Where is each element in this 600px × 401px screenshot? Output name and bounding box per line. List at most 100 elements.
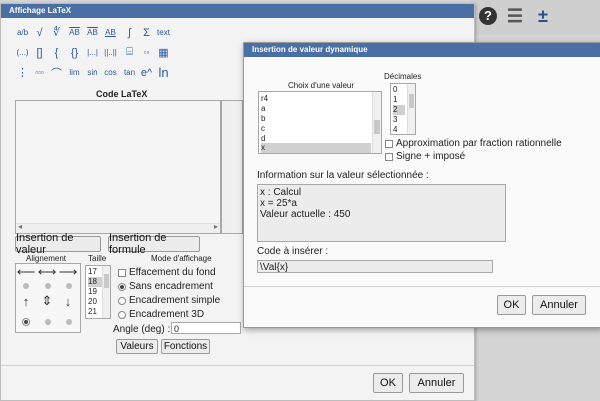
decimal-item[interactable]: 3 [393, 115, 397, 125]
value-item[interactable]: a [261, 104, 265, 114]
brace-symbol-button[interactable]: { [49, 45, 64, 60]
column-symbol-button[interactable]: ⋮ [15, 65, 30, 80]
line-symbol-button[interactable]: ▫▫▫ [32, 65, 47, 80]
brackets-symbol-button[interactable]: [] [32, 45, 47, 60]
align-dot[interactable] [45, 283, 51, 289]
row-matrix-symbol-button[interactable]: ▫▫ [139, 45, 154, 60]
decimal-item-selected[interactable]: 2 [393, 105, 405, 115]
align-dot[interactable] [66, 319, 72, 325]
ln-symbol-button[interactable]: ln [156, 65, 171, 80]
top-toolbar: ? ☰ ± [470, 0, 600, 35]
fill-background-checkbox[interactable] [118, 269, 126, 277]
size-scrollbar[interactable] [102, 266, 110, 318]
mode-3d-label: Encadrement 3D [129, 309, 205, 320]
mode-radio-simple[interactable] [118, 297, 126, 305]
grid-matrix-symbol-button[interactable]: ▦ [156, 45, 171, 60]
menu-icon[interactable]: ☰ [504, 5, 526, 27]
insert-formula-button[interactable]: Insertion de formule [108, 232, 200, 256]
value-list[interactable]: r4 a b c d x [258, 91, 382, 154]
braces-symbol-button[interactable]: {} [67, 45, 82, 60]
cancel-button[interactable]: Annuler [409, 373, 464, 393]
code-input[interactable]: \Val{x} [257, 260, 493, 273]
decimal-item[interactable]: 4 [393, 125, 397, 135]
mode-none-label: Sans encadrement [129, 281, 213, 292]
fraction-symbol-button[interactable]: a/b [15, 25, 30, 40]
mode-radio-3d[interactable] [118, 311, 126, 319]
sign-checkbox[interactable] [385, 153, 393, 161]
integral-symbol-button[interactable]: ∫ [122, 25, 137, 40]
nroot-symbol-button[interactable]: ∜ [49, 25, 64, 40]
value-item[interactable]: b [261, 114, 265, 124]
mode-radio-none[interactable] [118, 283, 126, 291]
align-left-arrow-icon[interactable]: ⟵ [17, 264, 36, 279]
value-item[interactable]: r4 [261, 94, 268, 104]
approx-fraction-checkbox[interactable] [385, 140, 393, 148]
align-right-arrow-icon[interactable]: ⟶ [59, 264, 78, 279]
decimals-list[interactable]: 0 1 2 3 4 [390, 83, 416, 135]
align-dot[interactable] [23, 283, 29, 289]
sqrt-symbol-button[interactable]: √ [32, 25, 47, 40]
vector-symbol-button[interactable]: AB [85, 25, 100, 40]
size-item[interactable]: 20 [88, 297, 97, 307]
alignment-label: Alignement [26, 254, 67, 263]
align-center-arrow-icon[interactable]: ⟷ [38, 264, 57, 279]
info-line: x : Calcul [260, 187, 302, 198]
mode-simple-label: Encadrement simple [129, 295, 221, 306]
ok-button[interactable]: OK [373, 373, 403, 393]
value-ok-button[interactable]: OK [497, 295, 526, 315]
approx-fraction-label: Approximation par fraction rationnelle [396, 138, 562, 149]
insert-value-button[interactable]: Insertion de valeur [15, 232, 101, 256]
size-list[interactable]: 17 18 19 20 21 [85, 265, 111, 319]
size-item[interactable]: 21 [88, 307, 97, 317]
align-middle-arrow-icon[interactable]: ⇕ [38, 293, 56, 308]
cos-symbol-button[interactable]: cos [103, 65, 118, 80]
tan-symbol-button[interactable]: tan [122, 65, 137, 80]
scroll-right-icon[interactable]: ▸ [214, 222, 218, 231]
underline-symbol-button[interactable]: AB [103, 25, 118, 40]
info-box: x : Calcul x = 25*a Valeur actuelle : 45… [257, 184, 506, 242]
value-item-selected[interactable]: x [261, 143, 371, 153]
decimals-scrollbar[interactable] [407, 84, 415, 134]
overline-symbol-button[interactable]: AB [67, 25, 82, 40]
paren-symbol-button[interactable]: (...) [15, 45, 30, 60]
code-label: Code à insérer : [257, 246, 329, 257]
values-button[interactable]: Valeurs [116, 339, 158, 354]
angle-label: Angle (deg) : [113, 324, 171, 335]
align-top-arrow-icon[interactable]: ↑ [17, 294, 35, 309]
info-line: Valeur actuelle : 450 [260, 209, 351, 220]
functions-button[interactable]: Fonctions [161, 339, 210, 354]
help-icon[interactable]: ? [477, 5, 499, 27]
choose-value-label: Choix d'une valeur [288, 81, 355, 90]
align-bottom-arrow-icon[interactable]: ↓ [59, 294, 77, 309]
value-list-scrollbar[interactable] [372, 92, 381, 153]
text-symbol-button[interactable]: text [156, 25, 171, 40]
sin-symbol-button[interactable]: sin [85, 65, 100, 80]
preview-pane [221, 100, 243, 234]
latex-code-editor[interactable]: ◂ ▸ [15, 100, 221, 234]
footer-divider [1, 365, 474, 366]
latex-code-label: Code LaTeX [96, 89, 148, 99]
size-item[interactable]: 19 [88, 287, 97, 297]
lim-symbol-button[interactable]: lim [67, 65, 82, 80]
decimal-item[interactable]: 0 [393, 85, 397, 95]
abs-symbol-button[interactable]: |...| [85, 45, 100, 60]
exp-symbol-button[interactable]: e^ [139, 65, 154, 80]
align-dot[interactable] [66, 283, 72, 289]
align-dot[interactable] [45, 319, 51, 325]
fill-background-label: Effacement du fond [129, 267, 216, 278]
move-icon[interactable]: ± [532, 5, 554, 27]
size-item-selected[interactable]: 18 [88, 277, 102, 287]
display-mode-label: Mode d'affichage [151, 254, 212, 263]
angle-input[interactable]: 0 [171, 322, 241, 334]
sum-symbol-button[interactable]: Σ [139, 25, 154, 40]
decimal-item[interactable]: 1 [393, 95, 397, 105]
matrix-symbol-button[interactable]: ⌸ [122, 45, 137, 60]
scroll-left-icon[interactable]: ◂ [18, 222, 22, 231]
value-item[interactable]: c [261, 124, 265, 134]
size-item[interactable]: 17 [88, 267, 97, 277]
align-radio-selected[interactable] [22, 318, 30, 326]
info-line: x = 25*a [260, 198, 297, 209]
norm-symbol-button[interactable]: ||..|| [103, 45, 118, 60]
arc-symbol-button[interactable]: ⌒ [49, 65, 64, 80]
value-cancel-button[interactable]: Annuler [532, 295, 586, 315]
